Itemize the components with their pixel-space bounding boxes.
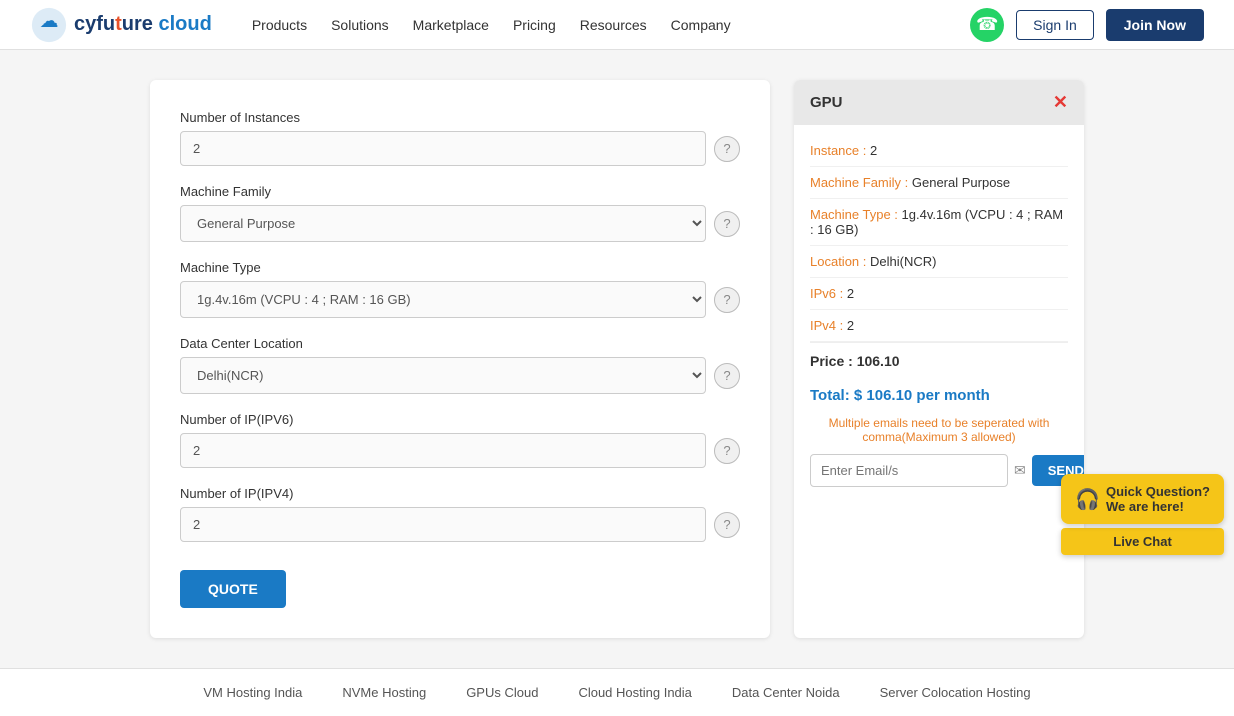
summary-header: GPU ✕ — [794, 80, 1084, 125]
joinnow-button[interactable]: Join Now — [1106, 9, 1204, 41]
datacenter-help[interactable]: ? — [714, 363, 740, 389]
ipv6-help[interactable]: ? — [714, 438, 740, 464]
ipv6-label: Number of IP(IPV6) — [180, 412, 740, 427]
summary-location-label: Location : — [810, 254, 866, 269]
summary-instance-label: Instance : — [810, 143, 866, 158]
footer-link-vm[interactable]: VM Hosting India — [203, 685, 302, 700]
summary-machine-family-label: Machine Family : — [810, 175, 908, 190]
instances-group: Number of Instances ? — [180, 110, 740, 166]
svg-text:☁: ☁ — [40, 10, 59, 31]
datacenter-select[interactable]: Delhi(NCR) — [180, 357, 706, 394]
nav-products[interactable]: Products — [252, 17, 307, 33]
ipv6-group: Number of IP(IPV6) ? — [180, 412, 740, 468]
instances-help[interactable]: ? — [714, 136, 740, 162]
logo[interactable]: ☁ cyfuture cloud — [30, 6, 212, 44]
footer-link-gpus[interactable]: GPUs Cloud — [466, 685, 538, 700]
instances-input[interactable] — [180, 131, 706, 166]
email-note: Multiple emails need to be seperated wit… — [810, 416, 1068, 444]
signin-button[interactable]: Sign In — [1016, 10, 1094, 40]
instances-label: Number of Instances — [180, 110, 740, 125]
logo-text: cyfuture cloud — [74, 13, 212, 36]
nav-actions: ☎ Sign In Join Now — [970, 8, 1204, 42]
summary-ipv6-label: IPv6 : — [810, 286, 843, 301]
nav-solutions[interactable]: Solutions — [331, 17, 389, 33]
summary-price-row: Price : 106.10 — [810, 342, 1068, 379]
quote-button[interactable]: QUOTE — [180, 570, 286, 608]
summary-machine-type-label: Machine Type : — [810, 207, 898, 222]
footer: VM Hosting India NVMe Hosting GPUs Cloud… — [0, 668, 1234, 716]
nav-links: Products Solutions Marketplace Pricing R… — [252, 17, 970, 33]
nav-resources[interactable]: Resources — [580, 17, 647, 33]
machine-family-label: Machine Family — [180, 184, 740, 199]
quick-chat[interactable]: 🎧 Quick Question?We are here! Live Chat — [1061, 474, 1224, 555]
summary-location-value: Delhi(NCR) — [870, 254, 936, 269]
datacenter-group: Data Center Location Delhi(NCR) ? — [180, 336, 740, 394]
footer-link-nvme[interactable]: NVMe Hosting — [342, 685, 426, 700]
summary-location-row: Location : Delhi(NCR) — [810, 246, 1068, 278]
close-icon[interactable]: ✕ — [1053, 92, 1068, 113]
nav-pricing[interactable]: Pricing — [513, 17, 556, 33]
form-panel: Number of Instances ? Machine Family Gen… — [150, 80, 770, 638]
summary-ipv4-row: IPv4 : 2 — [810, 310, 1068, 342]
quick-chat-bubble[interactable]: 🎧 Quick Question?We are here! — [1061, 474, 1224, 524]
footer-link-cloud[interactable]: Cloud Hosting India — [578, 685, 691, 700]
summary-total-row: Total: $ 106.10 per month — [810, 379, 1068, 410]
ipv4-help[interactable]: ? — [714, 512, 740, 538]
machine-family-group: Machine Family General Purpose ? — [180, 184, 740, 242]
summary-title: GPU — [810, 94, 843, 111]
nav-marketplace[interactable]: Marketplace — [413, 17, 489, 33]
footer-link-server[interactable]: Server Colocation Hosting — [880, 685, 1031, 700]
nav-company[interactable]: Company — [671, 17, 731, 33]
machine-family-select[interactable]: General Purpose — [180, 205, 706, 242]
summary-body: Instance : 2 Machine Family : General Pu… — [794, 125, 1084, 497]
machine-type-label: Machine Type — [180, 260, 740, 275]
summary-panel: GPU ✕ Instance : 2 Machine Family : Gene… — [794, 80, 1084, 638]
summary-machine-type-row: Machine Type : 1g.4v.16m (VCPU : 4 ; RAM… — [810, 199, 1068, 246]
logo-icon: ☁ — [30, 6, 68, 44]
live-chat-bar[interactable]: Live Chat — [1061, 528, 1224, 555]
whatsapp-button[interactable]: ☎ — [970, 8, 1004, 42]
summary-price-label: Price : — [810, 353, 853, 369]
summary-machine-family-row: Machine Family : General Purpose — [810, 167, 1068, 199]
footer-link-datacenter[interactable]: Data Center Noida — [732, 685, 840, 700]
summary-ipv4-value: 2 — [847, 318, 854, 333]
navbar: ☁ cyfuture cloud Products Solutions Mark… — [0, 0, 1234, 50]
summary-ipv6-value: 2 — [847, 286, 854, 301]
email-row: ✉ SEND — [810, 454, 1068, 487]
ipv6-input[interactable] — [180, 433, 706, 468]
email-icon: ✉ — [1014, 462, 1026, 479]
summary-ipv4-label: IPv4 : — [810, 318, 843, 333]
summary-instance-row: Instance : 2 — [810, 135, 1068, 167]
machine-family-help[interactable]: ? — [714, 211, 740, 237]
main-content: Number of Instances ? Machine Family Gen… — [0, 50, 1234, 668]
summary-instance-value: 2 — [870, 143, 877, 158]
machine-type-help[interactable]: ? — [714, 287, 740, 313]
datacenter-label: Data Center Location — [180, 336, 740, 351]
ipv4-label: Number of IP(IPV4) — [180, 486, 740, 501]
ipv4-group: Number of IP(IPV4) ? — [180, 486, 740, 542]
email-input[interactable] — [810, 454, 1008, 487]
summary-machine-family-value: General Purpose — [912, 175, 1010, 190]
quick-chat-text: Quick Question?We are here! — [1106, 484, 1210, 514]
summary-ipv6-row: IPv6 : 2 — [810, 278, 1068, 310]
ipv4-input[interactable] — [180, 507, 706, 542]
machine-type-group: Machine Type 1g.4v.16m (VCPU : 4 ; RAM :… — [180, 260, 740, 318]
summary-price-value: 106.10 — [857, 353, 900, 369]
machine-type-select[interactable]: 1g.4v.16m (VCPU : 4 ; RAM : 16 GB) — [180, 281, 706, 318]
chat-headphone-icon: 🎧 — [1075, 487, 1100, 512]
